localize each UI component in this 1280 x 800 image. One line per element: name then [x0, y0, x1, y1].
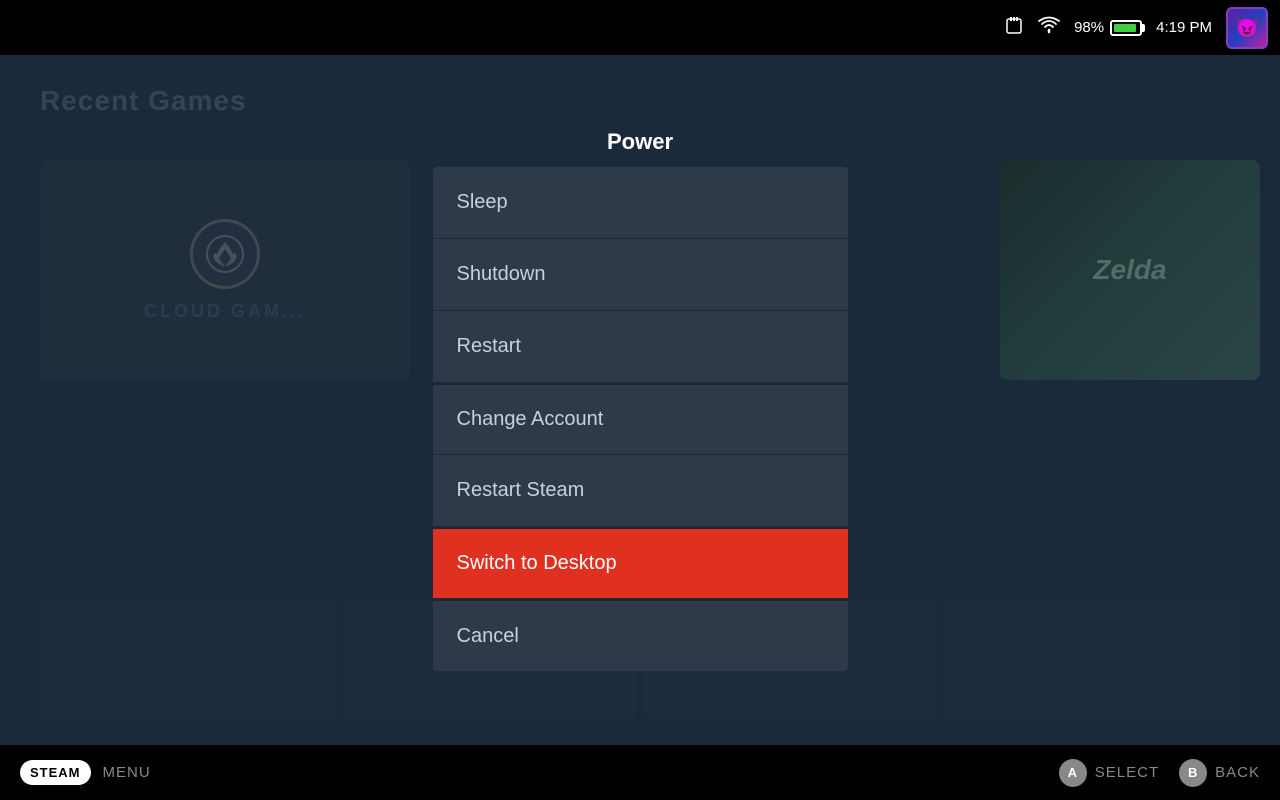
power-modal: Power Sleep Shutdown Restart Change Acco… [0, 0, 1280, 800]
menu-item-change-account[interactable]: Change Account [433, 383, 848, 455]
menu-item-sleep[interactable]: Sleep [433, 167, 848, 239]
menu-item-switch-to-desktop[interactable]: Switch to Desktop [433, 527, 848, 599]
menu-item-cancel[interactable]: Cancel [433, 599, 848, 671]
menu-item-restart-steam[interactable]: Restart Steam [433, 455, 848, 527]
menu-item-shutdown[interactable]: Shutdown [433, 239, 848, 311]
modal-title: Power [607, 129, 673, 155]
menu-item-restart[interactable]: Restart [433, 311, 848, 383]
power-menu: Sleep Shutdown Restart Change Account Re… [433, 167, 848, 671]
